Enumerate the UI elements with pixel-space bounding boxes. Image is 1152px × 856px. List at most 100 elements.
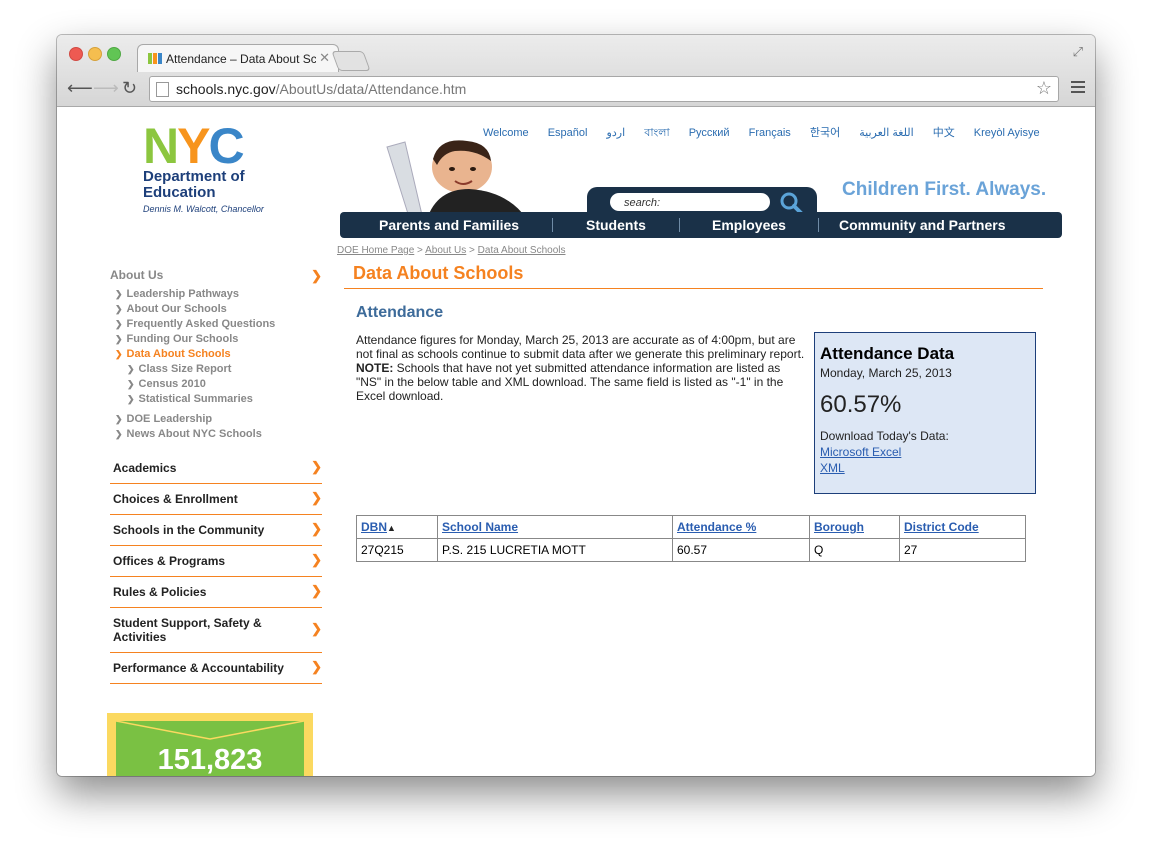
child-laptop-image (386, 140, 527, 219)
sidebar-section-choices[interactable]: Choices & Enrollment ❯ (110, 484, 322, 515)
attendance-percentage: 60.57% (820, 391, 902, 418)
infobox-title: Attendance Data (820, 344, 955, 363)
lang-link[interactable]: 한국어 (810, 127, 840, 139)
attendance-table: DBN▲ School Name Attendance % Borough Di… (356, 515, 1026, 562)
lang-link[interactable]: Русский (689, 127, 730, 139)
sidebar-item-about-our-schools[interactable]: ❯ About Our Schools (110, 303, 322, 318)
download-label: Download Today's Data: (820, 429, 949, 443)
lang-link[interactable]: اردو (607, 127, 626, 139)
fullscreen-icon[interactable]: ⤢ (1073, 44, 1083, 60)
sidebar-item-news[interactable]: ❯ News About NYC Schools (110, 428, 322, 443)
dept-name-line1: Department of (143, 168, 245, 185)
xml-download-link[interactable]: XML (820, 461, 1030, 475)
cell-attendance: 60.57 (672, 538, 810, 562)
breadcrumb-separator: > (417, 245, 423, 256)
chevron-right-icon: ❯ (311, 552, 322, 567)
browser-window: Attendance – Data About Schools ✕ ⤢ ⟵ ⟶ … (57, 35, 1095, 776)
language-links: Welcome Español اردو বাংলা Русский Franç… (483, 124, 1056, 143)
breadcrumb-about[interactable]: About Us (425, 245, 466, 256)
sidebar-item-faq[interactable]: ❯ Frequently Asked Questions (110, 318, 322, 333)
sidebar-section-student-support[interactable]: Student Support, Safety & Activities ❯ (110, 608, 322, 653)
sidebar-item-doe-leadership[interactable]: ❯ DOE Leadership (110, 413, 322, 428)
new-tab-button[interactable] (331, 51, 371, 71)
zoom-window-button[interactable] (107, 47, 121, 61)
lang-link[interactable]: Español (548, 127, 588, 139)
chevron-right-icon: ❯ (311, 659, 322, 674)
nyc-doe-logo[interactable]: NYC Department of Education Dennis M. Wa… (143, 118, 264, 214)
nav-divider (679, 218, 680, 232)
back-icon[interactable]: ⟵ (67, 79, 93, 97)
intro-paragraph: Attendance figures for Monday, March 25,… (356, 333, 805, 361)
sidebar-section-academics[interactable]: Academics ❯ (110, 453, 322, 484)
lang-link[interactable]: 中文 (933, 127, 955, 139)
cell-district: 27 (899, 538, 1026, 562)
lang-link[interactable]: Kreyòl Ayisye (974, 127, 1040, 139)
column-header-attendance[interactable]: Attendance % (672, 515, 810, 539)
nav-students[interactable]: Students (586, 217, 646, 233)
sidebar-section-rules[interactable]: Rules & Policies ❯ (110, 577, 322, 608)
counter-envelope: 151,823 (116, 721, 304, 776)
counter-banner[interactable]: 151,823 (107, 713, 313, 776)
reload-icon[interactable]: ↻ (122, 79, 137, 97)
sort-ascending-icon: ▲ (387, 523, 396, 533)
column-header-district[interactable]: District Code (899, 515, 1026, 539)
table-row: 27Q215 P.S. 215 LUCRETIA MOTT 60.57 Q 27 (356, 538, 1026, 562)
chevron-right-icon: ❯ (311, 521, 322, 536)
breadcrumb-home[interactable]: DOE Home Page (337, 245, 414, 256)
sidebar-section-community[interactable]: Schools in the Community ❯ (110, 515, 322, 546)
sidebar-item-data-about-schools[interactable]: ❯ Data About Schools (110, 348, 322, 363)
chancellor-name: Dennis M. Walcott, Chancellor (143, 204, 264, 214)
chevron-right-icon: ❯ (311, 459, 322, 474)
sidebar-section-performance[interactable]: Performance & Accountability ❯ (110, 653, 322, 684)
nav-parents-families[interactable]: Parents and Families (379, 217, 519, 233)
excel-download-link[interactable]: Microsoft Excel (820, 445, 1030, 459)
nav-employees[interactable]: Employees (712, 217, 786, 233)
note-label: NOTE: (356, 361, 394, 375)
address-bar[interactable]: schools.nyc.gov/AboutUs/data/Attendance.… (149, 76, 1059, 102)
tab-title: Attendance – Data About Schools (166, 52, 316, 66)
sidebar-item-census[interactable]: ❯ Census 2010 (110, 378, 322, 393)
chevron-right-icon: ❯ (311, 621, 322, 636)
section-title: Attendance (356, 304, 444, 321)
minimize-window-button[interactable] (88, 47, 102, 61)
main-nav: Parents and Families Students Employees … (340, 212, 1062, 238)
sidebar: About Us ❯ ❯ Leadership Pathways ❯ About Ou… (110, 268, 322, 684)
lang-link[interactable]: اللغة العربية (859, 127, 913, 139)
url-text[interactable]: schools.nyc.gov/AboutUs/data/Attendance.… (176, 81, 466, 97)
search-input[interactable]: search: (610, 193, 770, 211)
lang-link[interactable]: Français (749, 127, 791, 139)
sidebar-item-funding[interactable]: ❯ Funding Our Schools (110, 333, 322, 348)
dept-name-line2: Education (143, 184, 216, 201)
cell-borough: Q (809, 538, 900, 562)
tagline: Children First. Always. (842, 179, 1047, 200)
browser-tab[interactable]: Attendance – Data About Schools ✕ (137, 44, 339, 72)
breadcrumb-current[interactable]: Data About Schools (478, 245, 566, 256)
cell-school-name: P.S. 215 LUCRETIA MOTT (437, 538, 673, 562)
sidebar-item-statistical-summaries[interactable]: ❯ Statistical Summaries (110, 393, 322, 408)
menu-icon[interactable] (1071, 79, 1085, 96)
nav-divider (818, 218, 819, 232)
chevron-right-icon: ❯ (311, 268, 322, 283)
column-header-borough[interactable]: Borough (809, 515, 900, 539)
counter-value: 151,823 (157, 744, 263, 776)
close-window-button[interactable] (69, 47, 83, 61)
sidebar-about-us[interactable]: About Us ❯ (110, 268, 322, 288)
web-page: NYC Department of Education Dennis M. Wa… (57, 107, 1095, 776)
bookmark-star-icon[interactable]: ☆ (1036, 78, 1052, 99)
sidebar-item-class-size[interactable]: ❯ Class Size Report (110, 363, 322, 378)
sidebar-item-leadership-pathways[interactable]: ❯ Leadership Pathways (110, 288, 322, 303)
chevron-right-icon: ❯ (311, 583, 322, 598)
nav-divider (552, 218, 553, 232)
page-title: Data About Schools (353, 263, 524, 283)
column-header-dbn[interactable]: DBN▲ (356, 515, 438, 539)
forward-icon[interactable]: ⟶ (93, 79, 119, 97)
envelope-flap-icon (116, 721, 304, 740)
tab-close-icon[interactable]: ✕ (319, 50, 330, 66)
column-header-school-name[interactable]: School Name (437, 515, 673, 539)
lang-link[interactable]: বাংলা (644, 127, 669, 139)
cell-dbn: 27Q215 (356, 538, 438, 562)
nyc-logo-letters: NYC (143, 118, 245, 174)
nav-community-partners[interactable]: Community and Partners (839, 217, 1005, 233)
sidebar-section-offices[interactable]: Offices & Programs ❯ (110, 546, 322, 577)
breadcrumb: DOE Home Page > About Us > Data About Sc… (337, 245, 566, 256)
